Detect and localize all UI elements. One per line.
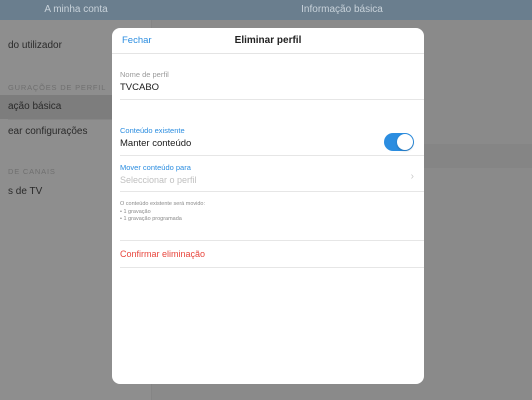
profile-name-field[interactable]: Nome de perfil TVCABO	[120, 70, 424, 93]
toggle-knob	[397, 134, 413, 150]
divider	[120, 267, 424, 268]
top-bar: A minha conta Informação básica	[0, 0, 532, 20]
divider	[120, 155, 424, 156]
existing-content-row: Conteúdo existente Manter conteúdo	[120, 126, 424, 149]
keep-content-label: Manter conteúdo	[120, 138, 192, 149]
confirm-delete-button[interactable]: Confirmar eliminação	[120, 249, 205, 259]
info-line: O conteúdo existente será movido:	[120, 201, 205, 207]
info-line: • 1 gravação	[120, 208, 151, 215]
divider	[120, 99, 424, 100]
existing-content-label: Conteúdo existente	[120, 126, 185, 135]
select-profile-placeholder: Seleccionar o perfil	[120, 175, 197, 185]
move-info-text: O conteúdo existente será movido: • 1 gr…	[120, 201, 205, 224]
dialog-header: Fechar Eliminar perfil	[112, 28, 424, 54]
chevron-right-icon: ›	[410, 171, 414, 182]
keep-content-toggle[interactable]	[384, 133, 414, 151]
dialog-title: Eliminar perfil	[234, 35, 302, 46]
info-line: • 1 gravação programada	[120, 216, 182, 222]
basic-info-title: Informação básica	[301, 4, 383, 15]
profile-name-label: Nome de perfil	[120, 70, 169, 79]
profile-name-value: TVCABO	[120, 82, 160, 93]
move-content-label: Mover conteúdo para	[120, 163, 191, 172]
delete-profile-dialog: Fechar Eliminar perfil Nome de perfil TV…	[112, 28, 424, 384]
move-content-row[interactable]: Mover conteúdo para Seleccionar o perfil	[120, 163, 424, 185]
divider	[120, 191, 424, 192]
account-title: A minha conta	[44, 4, 108, 15]
divider	[120, 240, 424, 241]
